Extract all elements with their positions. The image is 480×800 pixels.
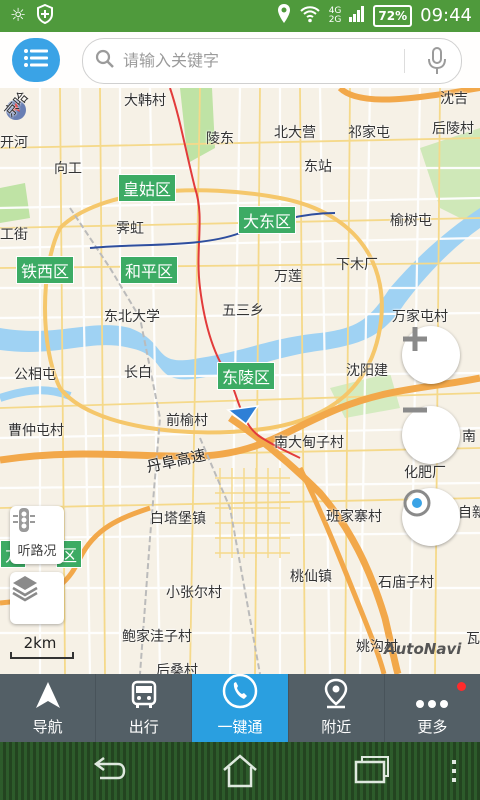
bottom-nav: 导航 出行 一键通 附近 更多 xyxy=(0,672,480,742)
battery-indicator: 72% xyxy=(373,5,413,27)
nav-nearby[interactable]: 附近 xyxy=(289,674,385,742)
place-label: 陵东 xyxy=(206,131,234,147)
bus-icon xyxy=(130,680,158,714)
signal-icon xyxy=(349,5,365,27)
overflow-menu-icon[interactable] xyxy=(450,758,458,788)
top-bar: 请输入关键字 xyxy=(0,32,480,88)
place-label: 南 xyxy=(462,429,476,445)
place-label: 万家屯村 xyxy=(392,309,448,325)
place-label: 北大营 xyxy=(274,125,316,141)
search-icon xyxy=(95,49,115,75)
traffic-light-icon xyxy=(10,506,64,540)
district-label[interactable]: 大东区 xyxy=(238,206,297,234)
map-view[interactable]: 皇姑区 大东区 铁西区 和平区 东陵区 方 区 大韩村 陵东 北大营 祁家屯 后… xyxy=(0,88,480,674)
search-input[interactable]: 请输入关键字 xyxy=(123,39,219,83)
traffic-label: 听路况 xyxy=(17,544,57,559)
weather-sun-icon: ☼ xyxy=(10,5,27,26)
search-divider xyxy=(404,49,405,73)
traffic-toggle-button[interactable]: 听路况 xyxy=(10,506,64,564)
nav-more[interactable]: 更多 xyxy=(385,674,480,742)
clock: 09:44 xyxy=(420,5,472,26)
place-label: 公相屯 xyxy=(14,367,56,383)
autonavi-logo: AutoNavi xyxy=(384,640,462,658)
place-label: 沈阳建 xyxy=(346,363,388,379)
map-scale: 2km xyxy=(10,634,74,659)
place-label: 化肥厂 xyxy=(404,465,446,481)
wifi-icon xyxy=(299,5,321,27)
district-label[interactable]: 皇姑区 xyxy=(118,174,177,202)
place-label: 曹仲屯村 xyxy=(8,423,64,439)
location-pin-icon xyxy=(323,678,349,714)
recent-apps-icon[interactable] xyxy=(352,752,392,792)
status-bar: ☼ 4G 2G 72% 09:44 xyxy=(0,0,480,32)
place-label: 东站 xyxy=(304,159,332,175)
place-label: 前榆村 xyxy=(166,413,208,429)
place-label: 东北大学 xyxy=(104,309,160,325)
place-label: 南大甸子村 xyxy=(274,435,344,451)
search-box[interactable]: 请输入关键字 xyxy=(82,38,462,84)
place-label: 大韩村 xyxy=(124,93,166,109)
place-label: 祁家屯 xyxy=(348,125,390,141)
nav-one-touch[interactable]: 一键通 xyxy=(192,672,289,742)
place-label: 鲍家洼子村 xyxy=(122,629,192,645)
place-label: 工街 xyxy=(0,227,28,243)
nav-label: 附近 xyxy=(321,718,352,736)
place-label: 霁虹 xyxy=(116,221,144,237)
district-label[interactable]: 和平区 xyxy=(120,256,179,284)
gps-pin-icon xyxy=(277,3,291,29)
place-label: 长白 xyxy=(124,365,152,381)
locate-me-button[interactable] xyxy=(402,488,460,546)
system-nav-bar xyxy=(0,742,480,800)
nav-travel[interactable]: 出行 xyxy=(96,674,193,742)
zoom-out-button[interactable] xyxy=(402,406,460,464)
scale-label: 2km xyxy=(23,634,57,652)
nav-label: 更多 xyxy=(417,718,448,736)
shield-plus-icon xyxy=(36,3,54,28)
place-label: 下木厂 xyxy=(336,257,378,273)
place-label: 万莲 xyxy=(274,269,302,285)
place-label: 瓦 xyxy=(466,631,480,647)
more-dots-icon xyxy=(415,690,449,714)
place-label: 自新 xyxy=(458,505,480,521)
nav-navigate[interactable]: 导航 xyxy=(0,674,97,742)
place-label: 后陵村 xyxy=(432,121,474,137)
nav-label: 出行 xyxy=(128,718,159,736)
menu-button[interactable] xyxy=(12,38,60,82)
place-label: 向工 xyxy=(54,161,82,177)
home-icon[interactable] xyxy=(220,752,260,794)
nav-label: 导航 xyxy=(32,718,63,736)
notification-dot xyxy=(457,682,467,691)
map-layers-button[interactable] xyxy=(10,572,64,624)
network-2g-label: 2G xyxy=(328,15,342,25)
place-label: 桃仙镇 xyxy=(290,569,332,585)
place-label: 小张尔村 xyxy=(166,585,222,601)
nav-label: 一键通 xyxy=(217,718,263,736)
phone-icon xyxy=(220,672,260,714)
place-label: 榆树屯 xyxy=(390,213,432,229)
network-type: 4G 2G xyxy=(329,7,342,25)
district-label[interactable]: 铁西区 xyxy=(16,256,75,284)
list-menu-icon xyxy=(24,49,48,71)
place-label: 白塔堡镇 xyxy=(150,511,206,527)
place-label: 开河 xyxy=(0,135,28,151)
place-label: 后桑村 xyxy=(156,663,198,674)
scale-bar xyxy=(10,652,74,659)
zoom-in-button[interactable] xyxy=(402,326,460,384)
microphone-icon[interactable] xyxy=(427,47,447,79)
back-icon[interactable] xyxy=(88,752,128,792)
district-label[interactable]: 东陵区 xyxy=(217,362,276,390)
place-label: 沈吉 xyxy=(440,91,468,107)
place-label: 五三乡 xyxy=(222,303,264,319)
navigate-arrow-icon xyxy=(34,680,62,714)
place-label: 石庙子村 xyxy=(378,575,434,591)
place-label: 班家寨村 xyxy=(326,509,382,525)
